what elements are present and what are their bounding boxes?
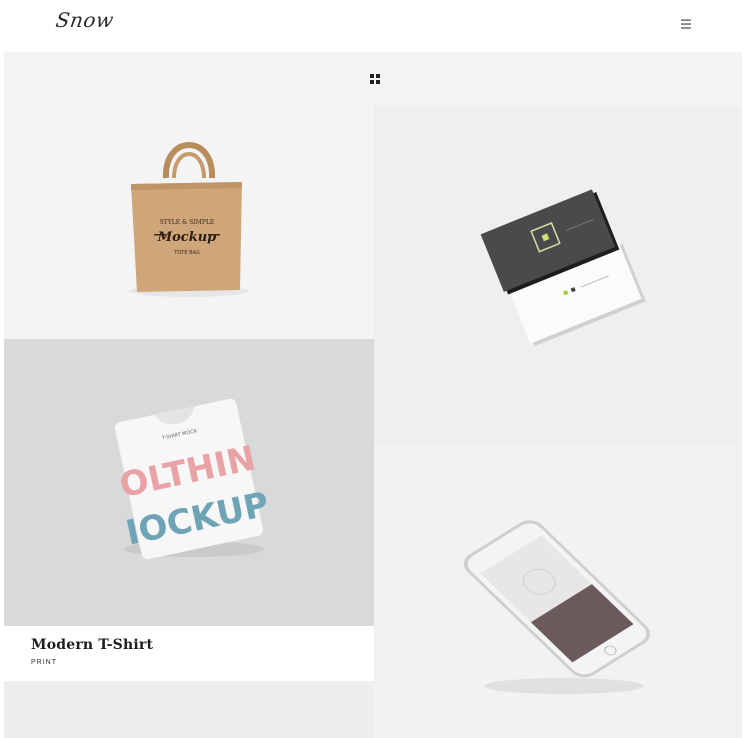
tshirt-image: T-SHIRT MOCK OLTHIN IOCKUP	[114, 398, 272, 560]
hamburger-icon[interactable]	[680, 18, 692, 30]
logo[interactable]: Snow	[54, 8, 115, 32]
tshirt-image-area: T-SHIRT MOCK OLTHIN IOCKUP	[4, 339, 374, 626]
svg-text:STYLE & SIMPLE: STYLE & SIMPLE	[160, 219, 215, 226]
grid-icon[interactable]	[370, 74, 380, 84]
portfolio-item-phone[interactable]	[374, 446, 742, 738]
tote-bag-image: STYLE & SIMPLE Mockup TOTE BAG	[129, 142, 249, 297]
page-frame: Snow STYLE & SIMPLE Mockup TOTE BAG T-SH…	[4, 0, 742, 738]
svg-text:TOTE BAG: TOTE BAG	[173, 250, 200, 256]
site-header: Snow	[4, 0, 742, 52]
portfolio-item-title[interactable]: Modern T-Shirt	[31, 637, 153, 653]
portfolio-item-category[interactable]: PRINT	[31, 659, 153, 666]
phone-image	[463, 520, 651, 694]
portfolio-item-tshirt[interactable]: T-SHIRT MOCK OLTHIN IOCKUP Modern T-Shir…	[4, 339, 374, 681]
portfolio-item-business-cards[interactable]	[374, 106, 742, 446]
svg-text:Mockup: Mockup	[157, 230, 217, 245]
portfolio-caption: Modern T-Shirt PRINT	[31, 637, 153, 666]
portfolio-item-partial[interactable]	[4, 681, 374, 738]
portfolio-item-tote-bag[interactable]: STYLE & SIMPLE Mockup TOTE BAG	[4, 106, 374, 339]
business-cards-image	[480, 189, 646, 347]
filter-bar	[4, 52, 742, 106]
